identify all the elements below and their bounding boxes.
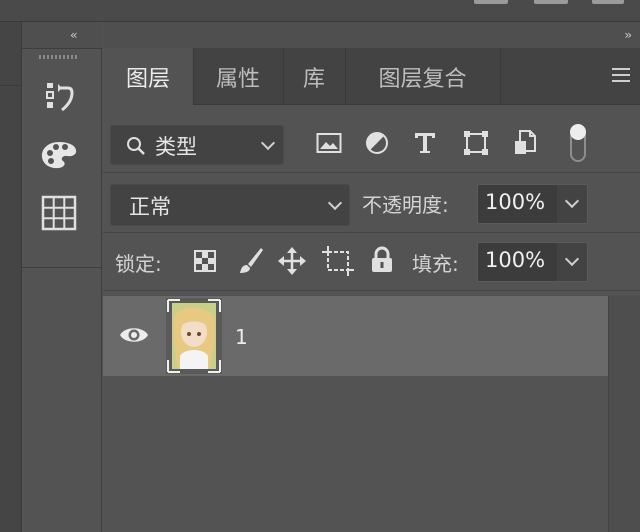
panel-icon-dock: ‹‹ xyxy=(22,22,102,532)
filter-kind-dropdown[interactable]: 类型 xyxy=(110,125,284,165)
tab-layers[interactable]: 图层 xyxy=(103,48,194,105)
shape-filter-icon[interactable] xyxy=(461,126,491,160)
top-strip-marks xyxy=(474,0,624,6)
opacity-input[interactable]: 100% xyxy=(477,184,559,224)
layer-thumbnail[interactable] xyxy=(166,298,222,374)
history-icon[interactable] xyxy=(39,80,79,114)
panel-collapse-button[interactable]: ›› xyxy=(103,22,640,49)
hamburger-menu-icon[interactable] xyxy=(612,68,630,82)
opacity-dropdown-button[interactable] xyxy=(557,184,588,224)
fill-dropdown-button[interactable] xyxy=(557,242,588,282)
tab-libraries[interactable]: 库 xyxy=(283,48,346,105)
brush-icon[interactable] xyxy=(236,246,264,276)
chevron-down-icon xyxy=(565,194,579,208)
move-icon[interactable] xyxy=(278,247,306,275)
blend-mode-label: 正常 xyxy=(129,191,171,221)
dock-collapse-button[interactable]: ‹‹ xyxy=(22,22,102,49)
palette-icon[interactable] xyxy=(39,138,79,172)
text-filter-icon[interactable] xyxy=(410,126,440,160)
layer-name[interactable]: 1 xyxy=(235,325,248,349)
lock-label: 锁定: xyxy=(115,248,162,277)
opacity-label: 不透明度: xyxy=(362,189,449,218)
search-icon xyxy=(126,136,146,156)
adjustment-filter-icon[interactable] xyxy=(362,126,392,160)
panel-scrollbar[interactable] xyxy=(608,296,640,532)
smart-object-filter-icon[interactable] xyxy=(510,126,540,160)
chevron-down-icon xyxy=(328,196,342,210)
grid-icon[interactable] xyxy=(39,196,79,230)
panel-tab-bar: 图层 属性 库 图层复合 xyxy=(103,48,640,105)
left-edge-panel xyxy=(0,22,22,532)
tab-properties[interactable]: 属性 xyxy=(193,48,284,105)
fill-value: 100% xyxy=(485,248,545,272)
blend-mode-dropdown[interactable]: 正常 xyxy=(110,184,350,226)
image-filter-icon[interactable] xyxy=(314,126,344,160)
fill-input[interactable]: 100% xyxy=(477,242,559,282)
tab-layer-comps[interactable]: 图层复合 xyxy=(345,48,501,105)
fill-label: 填充: xyxy=(412,248,459,277)
filter-kind-label: 类型 xyxy=(155,131,197,161)
artboard-lock-icon[interactable] xyxy=(322,246,354,276)
lock-transparency-icon[interactable] xyxy=(193,249,217,273)
dock-grip-handle[interactable] xyxy=(39,55,79,59)
filter-toggle-switch[interactable] xyxy=(567,124,589,164)
chevron-down-icon xyxy=(565,252,579,266)
eye-icon[interactable] xyxy=(119,324,149,346)
lock-icon[interactable] xyxy=(370,246,394,274)
opacity-value: 100% xyxy=(485,190,545,214)
chevron-down-icon xyxy=(261,136,275,150)
top-strip xyxy=(0,0,640,22)
layer-row[interactable]: 1 xyxy=(103,296,608,376)
